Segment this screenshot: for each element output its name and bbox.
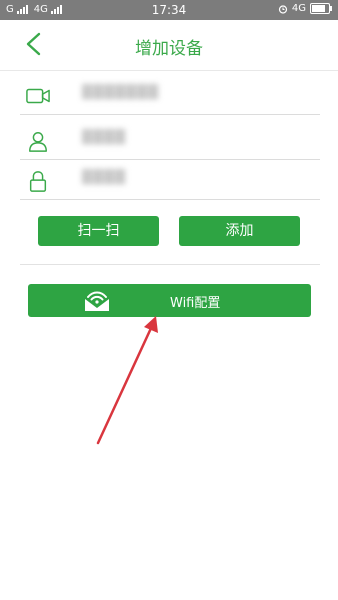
annotation-arrow xyxy=(96,316,158,445)
